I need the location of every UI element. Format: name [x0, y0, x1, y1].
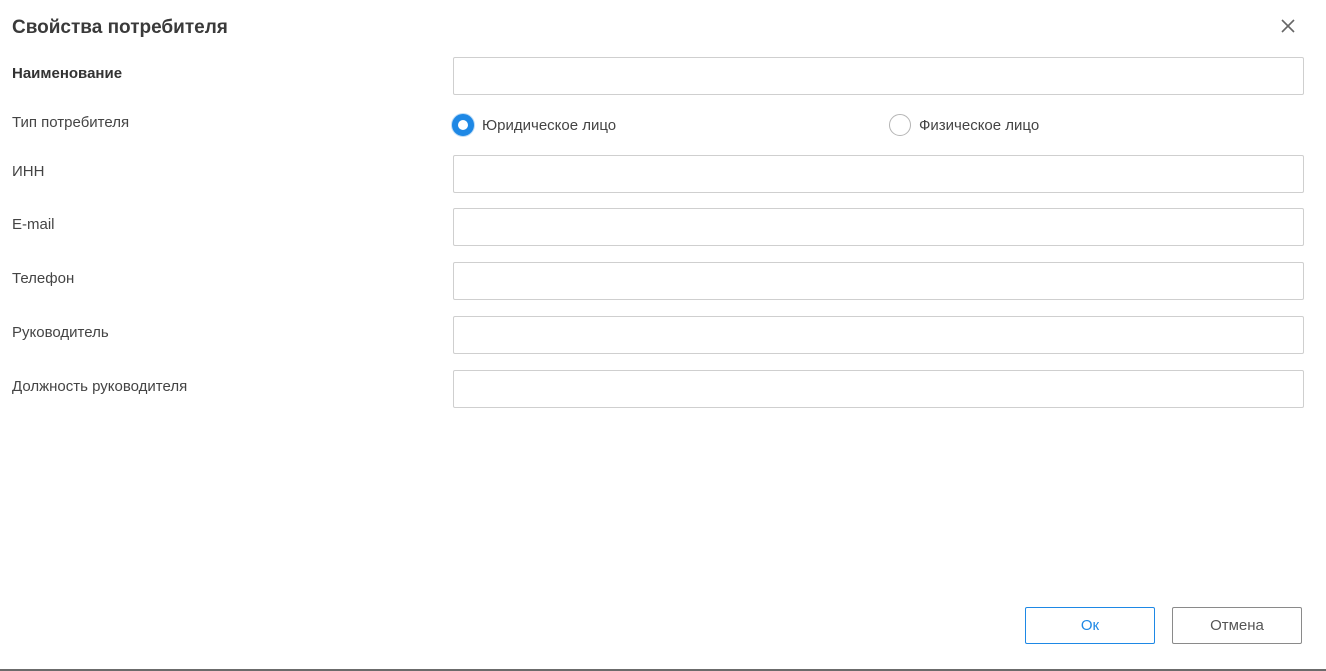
name-input[interactable]: [454, 58, 1303, 94]
email-label: E-mail: [12, 216, 55, 233]
cancel-button[interactable]: Отмена: [1172, 607, 1302, 644]
head-field-box: [453, 316, 1304, 354]
consumer-type-label: Тип потребителя: [12, 114, 130, 131]
inn-field-box: [453, 155, 1304, 193]
radio-legal-entity[interactable]: Юридическое лицо: [452, 113, 616, 137]
head-input[interactable]: [454, 317, 1303, 353]
name-field-box: [453, 57, 1304, 95]
email-input[interactable]: [454, 209, 1303, 245]
radio-individual-label: Физическое лицо: [919, 116, 1040, 134]
radio-legal-entity-label: Юридическое лицо: [482, 116, 617, 134]
head-position-field-box: [453, 370, 1304, 408]
phone-field-box: [453, 262, 1304, 300]
ok-button[interactable]: Ок: [1025, 607, 1155, 644]
phone-input[interactable]: [454, 263, 1303, 299]
name-label: Наименование: [12, 65, 123, 82]
email-field-box: [453, 208, 1304, 246]
head-position-label: Должность руководителя: [12, 378, 188, 395]
head-position-input[interactable]: [454, 371, 1303, 407]
radio-individual[interactable]: Физическое лицо: [889, 113, 1039, 137]
head-label: Руководитель: [12, 324, 109, 341]
inn-input[interactable]: [454, 156, 1303, 192]
radio-unchecked-icon: [889, 114, 911, 136]
phone-label: Телефон: [12, 270, 75, 287]
consumer-properties-dialog: Свойства потребителя Наименование Тип по…: [0, 0, 1326, 671]
close-icon[interactable]: [1276, 14, 1300, 38]
dialog-title: Свойства потребителя: [12, 17, 228, 38]
inn-label: ИНН: [12, 163, 45, 180]
radio-checked-icon: [452, 114, 474, 136]
